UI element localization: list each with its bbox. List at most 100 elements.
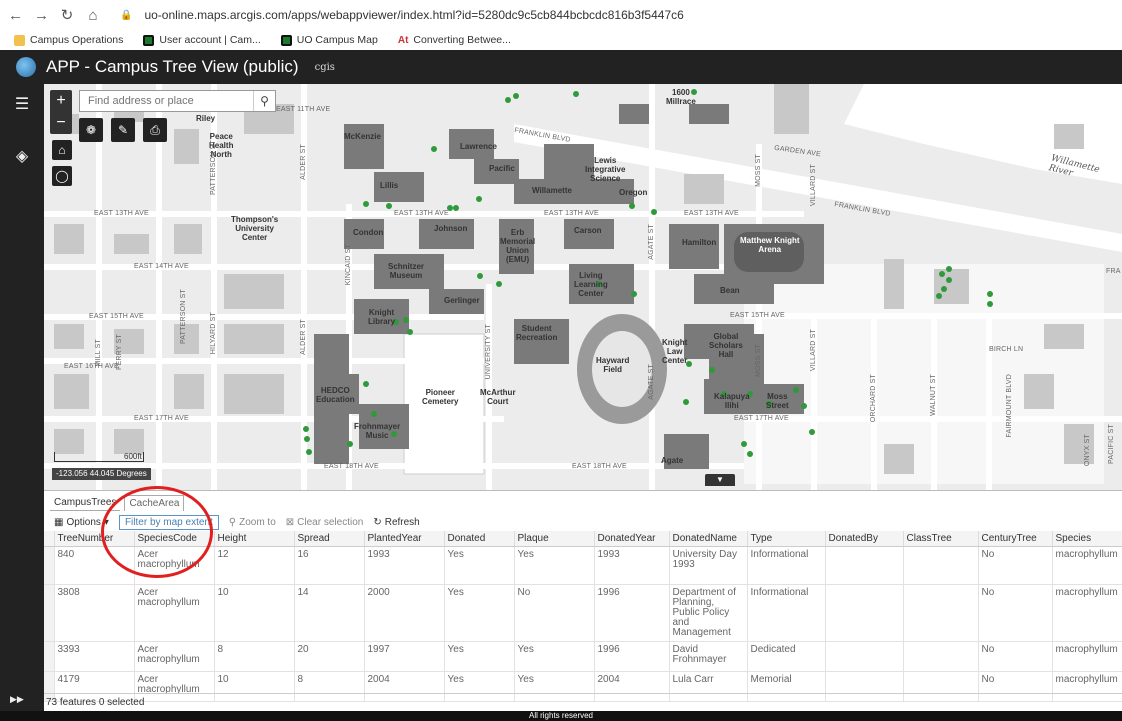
- column-header[interactable]: PlantedYear: [364, 531, 445, 547]
- browser-toolbar: ← → ↻ ⌂ 🔒 uo-online.maps.arcgis.com/apps…: [0, 0, 1122, 30]
- map-building-label: Pioneer Cemetery: [422, 388, 459, 406]
- locate-button[interactable]: ◯: [52, 166, 72, 186]
- column-header[interactable]: Plaque: [514, 531, 595, 547]
- column-header[interactable]: DonatedName: [669, 531, 748, 547]
- table-cell: David Frohnmayer: [669, 641, 748, 672]
- forward-icon[interactable]: →: [34, 7, 49, 24]
- grid-icon: ▦: [54, 517, 64, 528]
- table-cell: macrophyllum: [1052, 584, 1122, 642]
- map-building-label: Gerlinger: [444, 296, 480, 305]
- map-building-label: Hayward Field: [596, 356, 630, 374]
- app-subtitle: cgis: [314, 61, 335, 73]
- street-label: EAST 11TH AVE: [276, 106, 331, 113]
- column-header[interactable]: Species: [1052, 531, 1122, 547]
- search-input[interactable]: [80, 95, 253, 107]
- column-header[interactable]: Donated: [444, 531, 515, 547]
- back-icon[interactable]: ←: [8, 7, 23, 24]
- column-header[interactable]: Spread: [294, 531, 365, 547]
- bookmark-uo-campus-map[interactable]: UO Campus Map: [280, 34, 378, 46]
- print-icon[interactable]: ⎙: [143, 118, 167, 142]
- column-header[interactable]: DonatedYear: [594, 531, 670, 547]
- zoom-icon: ⚲: [228, 517, 237, 528]
- street-label: KINCAID ST: [345, 244, 352, 286]
- zoom-out-button[interactable]: −: [50, 112, 72, 134]
- column-header[interactable]: DonatedBy: [825, 531, 904, 547]
- street-label: EAST 18TH AVE: [324, 463, 379, 470]
- row-selector[interactable]: [44, 584, 55, 642]
- map-building-label: Knight Law Center: [662, 338, 688, 365]
- street-label: PATTERSON ST: [210, 140, 217, 196]
- row-selector[interactable]: [44, 641, 55, 672]
- street-label: UNIVERSITY ST: [485, 324, 492, 380]
- folder-icon: [14, 34, 25, 46]
- map-building-label: Riley: [196, 114, 216, 123]
- map-view[interactable]: Riley Peace Health North McKenzie Lawren…: [44, 84, 1122, 490]
- table-cell: 1993: [594, 546, 670, 585]
- reload-icon[interactable]: ↻: [60, 6, 74, 24]
- home-icon[interactable]: ⌂: [86, 7, 100, 24]
- table-cell: 14: [294, 584, 365, 642]
- table-cell: 2000: [364, 584, 445, 642]
- lock-icon: 🔒: [120, 9, 133, 21]
- map-building-label: Living Learning Center: [574, 271, 608, 298]
- table-cell: Acer macrophyllum: [134, 641, 215, 672]
- map-building-label: Erb Memorial Union (EMU): [500, 228, 536, 264]
- table-row[interactable]: 3393 Acer macrophyllum 8 20 1997 Yes Yes…: [44, 641, 1122, 672]
- street-label: BIRCH LN: [989, 346, 1024, 353]
- table-cell: Yes: [514, 641, 595, 672]
- table-cell: No: [978, 641, 1053, 672]
- table-cell: No: [978, 546, 1053, 585]
- search-icon[interactable]: ⚲: [253, 91, 275, 111]
- layers-icon[interactable]: ◈: [10, 146, 34, 166]
- table-cell: macrophyllum: [1052, 641, 1122, 672]
- table-cell: Acer macrophyllum: [134, 584, 215, 642]
- table-status: 73 features 0 selected: [44, 693, 1122, 711]
- table-cell: [825, 641, 904, 672]
- street-label: EAST 13TH AVE: [544, 210, 599, 217]
- table-collapse-handle[interactable]: ▼: [705, 474, 735, 486]
- map-building-label: Global Scholars Hall: [709, 332, 743, 359]
- column-header[interactable]: CenturyTree: [978, 531, 1053, 547]
- list-icon[interactable]: ☰: [10, 94, 34, 114]
- expand-icon[interactable]: ▶▶: [10, 694, 24, 705]
- row-selector[interactable]: [44, 546, 55, 585]
- draw-icon[interactable]: ✎: [111, 118, 135, 142]
- table-cell: Informational: [747, 584, 826, 642]
- bookmark-user-account[interactable]: User account | Cam...: [143, 34, 261, 46]
- table-cell: 3808: [54, 584, 135, 642]
- table-cell: No: [514, 584, 595, 642]
- bookmark-converting[interactable]: At Converting Betwee...: [398, 34, 511, 46]
- zoom-control: + −: [50, 90, 72, 134]
- zoom-to-button[interactable]: ⚲ Zoom to: [229, 517, 276, 528]
- clear-icon: ⊠: [285, 517, 295, 528]
- table-row[interactable]: 3808 Acer macrophyllum 10 14 2000 Yes No…: [44, 584, 1122, 642]
- app-logo-icon: [16, 57, 36, 77]
- table-cell: Yes: [444, 584, 515, 642]
- map-building-label: McKenzie: [344, 132, 381, 141]
- street-label: EAST 17TH AVE: [734, 415, 789, 422]
- table-cell: No: [978, 584, 1053, 642]
- street-label: VILLARD ST: [810, 329, 817, 372]
- table-cell: Dedicated: [747, 641, 826, 672]
- bookmark-campus-operations[interactable]: Campus Operations: [14, 34, 123, 46]
- column-header[interactable]: Type: [747, 531, 826, 547]
- table-cell: Yes: [514, 546, 595, 585]
- map-building-label: Student Recreation: [516, 324, 558, 342]
- basemap-gallery-icon[interactable]: ❁: [79, 118, 103, 142]
- map-building-label: Oregon: [619, 188, 648, 197]
- clear-selection-button[interactable]: ⊠ Clear selection: [286, 517, 364, 528]
- home-map-button[interactable]: ⌂: [52, 140, 72, 160]
- street-label: PACIFIC ST: [1108, 424, 1115, 464]
- column-header[interactable]: Height: [214, 531, 295, 547]
- map-building-label: Lewis Integrative Science: [585, 156, 626, 183]
- map-building-label: Lillis: [380, 181, 399, 190]
- map-building-label: Moss Street: [766, 392, 789, 410]
- refresh-button[interactable]: ↻ Refresh: [373, 517, 419, 528]
- map-building-label: Agate: [661, 456, 684, 465]
- column-header[interactable]: ClassTree: [903, 531, 979, 547]
- street-label: AGATE ST: [648, 224, 655, 260]
- zoom-in-button[interactable]: +: [50, 90, 72, 112]
- table-cell: [825, 546, 904, 585]
- table-cell: Yes: [444, 546, 515, 585]
- address-bar[interactable]: uo-online.maps.arcgis.com/apps/webappvie…: [144, 8, 683, 22]
